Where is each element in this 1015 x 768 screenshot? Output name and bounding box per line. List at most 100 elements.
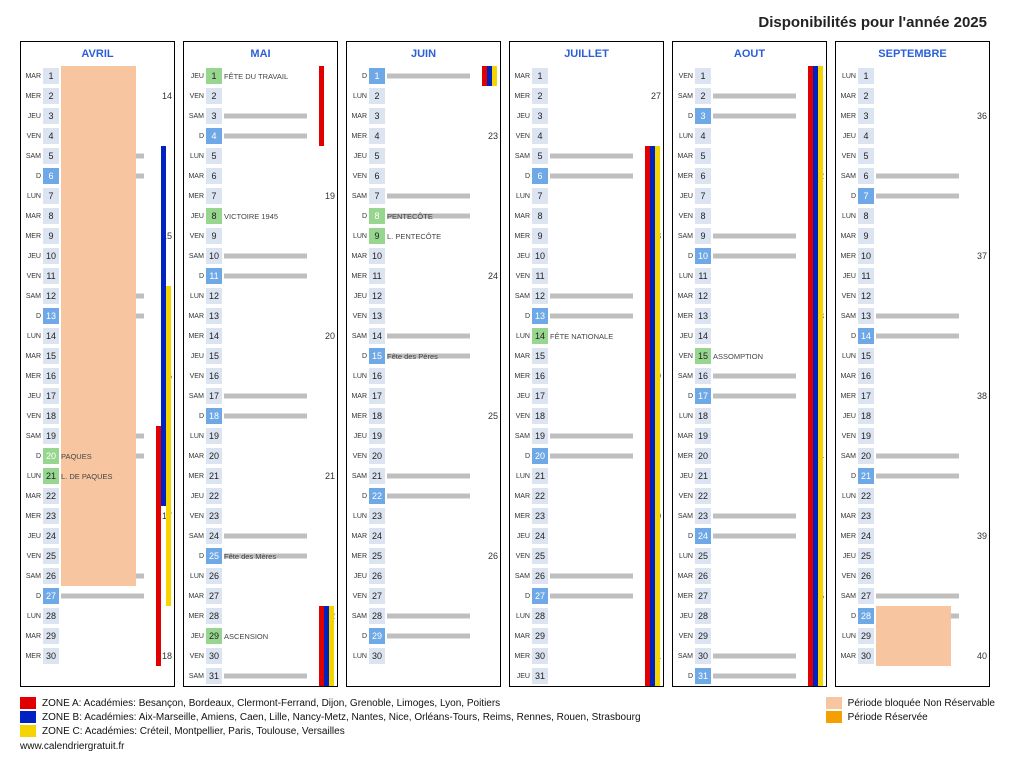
day-of-week: LUN [836,493,858,500]
day-number: 22 [532,488,548,504]
day-row: MAR6 [184,166,337,186]
day-of-week: JEU [21,253,43,260]
day-of-week: VEN [836,293,858,300]
day-row: MAR22 [510,486,663,506]
day-row: MER1124 [347,266,500,286]
day-number: 31 [695,668,711,684]
day-number: 27 [206,588,222,604]
day-label: PENTECÔTE [387,212,433,221]
day-of-week: LUN [347,93,369,100]
day-of-week: VEN [184,513,206,520]
day-row: VEN4 [510,126,663,146]
day-row: SAM19 [510,426,663,446]
day-of-week: D [184,133,206,140]
day-row: VEN16 [184,366,337,386]
zone-c-strip [655,146,660,686]
day-row: D31 [673,666,826,686]
day-row: VEN18 [510,406,663,426]
day-row: MAR5 [673,146,826,166]
day-number: 16 [369,368,385,384]
day-number: 1 [532,68,548,84]
day-of-week: JEU [836,133,858,140]
day-of-week: MER [184,613,206,620]
day-number: 15 [206,348,222,364]
day-of-week: MER [347,133,369,140]
day-label: ASCENSION [224,632,268,641]
day-number: 16 [858,368,874,384]
source-link[interactable]: www.calendriergratuit.fr [20,741,641,752]
week-number: 25 [488,411,498,421]
day-number: 15 [532,348,548,364]
day-of-week: VEN [184,373,206,380]
day-of-week: MER [21,373,43,380]
day-row: VEN12 [836,286,989,306]
day-number: 26 [43,568,59,584]
day-of-week: MER [673,593,695,600]
day-number: 14 [43,328,59,344]
legend-reserved: Période Réservée [848,712,928,723]
day-number: 20 [369,448,385,464]
day-row: LUN15 [836,346,989,366]
day-row: LUN23 [347,506,500,526]
day-number: 20 [858,448,874,464]
day-of-week: D [673,113,695,120]
day-of-week: LUN [21,473,43,480]
day-number: 6 [43,168,59,184]
day-row: SAM7 [347,186,500,206]
day-row: MAR13 [184,306,337,326]
day-number: 23 [858,508,874,524]
day-row: JEU12 [347,286,500,306]
day-number: 5 [43,148,59,164]
day-of-week: SAM [836,313,858,320]
day-of-week: VEN [836,573,858,580]
day-number: 3 [532,108,548,124]
day-of-week: LUN [184,293,206,300]
day-row: VEN30 [184,646,337,666]
day-number: 18 [43,408,59,424]
day-of-week: MER [510,513,532,520]
day-number: 29 [532,628,548,644]
day-number: 21 [206,468,222,484]
day-row: JEU10 [510,246,663,266]
day-number: 14 [369,328,385,344]
day-number: 26 [695,568,711,584]
day-number: 20 [532,448,548,464]
day-of-week: D [184,413,206,420]
day-row: JEU8VICTOIRE 1945 [184,206,337,226]
month-header: JUIN [347,42,500,66]
day-number: 29 [43,628,59,644]
legend-zone-b: ZONE B: Académies: Aix-Marseille, Amiens… [42,712,641,723]
week-number: 24 [488,271,498,281]
day-label: L. DE PAQUES [61,472,113,481]
day-row: SAM20 [836,446,989,466]
day-row: JEU22 [184,486,337,506]
day-of-week: MER [184,473,206,480]
day-of-week: JEU [836,273,858,280]
day-number: 14 [206,328,222,344]
day-row: SAM24 [184,526,337,546]
day-number: 9 [858,228,874,244]
day-of-week: JEU [673,333,695,340]
day-number: 2 [206,88,222,104]
week-number: 39 [977,531,987,541]
day-of-week: MAR [836,653,858,660]
week-number: 36 [977,111,987,121]
day-number: 7 [43,188,59,204]
day-row: D13 [510,306,663,326]
day-number: 3 [695,108,711,124]
legend-zone-a: ZONE A: Académies: Besançon, Bordeaux, C… [42,698,500,709]
day-of-week: JEU [510,113,532,120]
day-number: 29 [695,628,711,644]
day-number: 26 [858,568,874,584]
day-number: 6 [369,168,385,184]
day-row: D1 [347,66,500,86]
day-number: 17 [532,388,548,404]
day-label: L. PENTECÔTE [387,232,441,241]
day-of-week: LUN [510,193,532,200]
day-of-week: MER [510,373,532,380]
day-number: 22 [858,488,874,504]
day-row: MAR26 [673,566,826,586]
day-of-week: MER [510,93,532,100]
day-row: D11 [184,266,337,286]
day-number: 15 [695,348,711,364]
